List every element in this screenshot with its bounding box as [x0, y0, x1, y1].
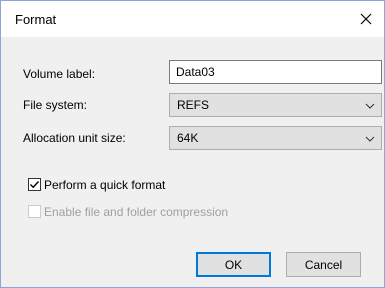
chevron-down-icon [365, 103, 375, 109]
volume-label-label: Volume label: [23, 67, 96, 81]
allocation-unit-label: Allocation unit size: [23, 131, 126, 145]
dialog-title: Format [15, 12, 57, 27]
quick-format-label[interactable]: Perform a quick format [44, 178, 165, 192]
checkmark-icon [30, 181, 40, 189]
title-bar[interactable]: Format [1, 1, 384, 37]
volume-label-input[interactable] [169, 60, 382, 84]
cancel-button[interactable]: Cancel [286, 252, 361, 277]
file-system-label: File system: [23, 98, 88, 112]
chevron-down-icon [365, 136, 375, 142]
allocation-unit-value: 64K [177, 131, 199, 145]
allocation-unit-select[interactable]: 64K [169, 126, 382, 150]
compression-checkbox[interactable] [28, 205, 41, 218]
quick-format-checkbox[interactable] [28, 178, 41, 191]
format-dialog: Format Volume label: File system: REFS A… [0, 0, 385, 288]
compression-label: Enable file and folder compression [44, 205, 229, 219]
ok-button[interactable]: OK [196, 252, 271, 277]
file-system-value: REFS [177, 98, 210, 112]
file-system-select[interactable]: REFS [169, 93, 382, 117]
close-icon [360, 13, 372, 25]
close-button[interactable] [348, 1, 384, 37]
